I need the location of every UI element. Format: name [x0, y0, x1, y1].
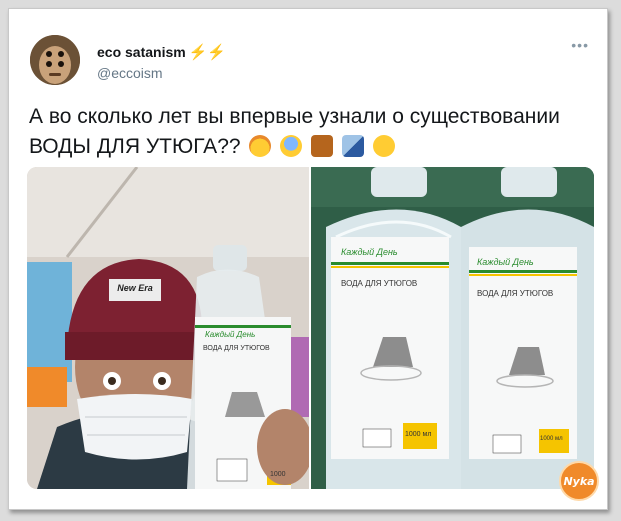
avatar[interactable] — [30, 35, 80, 85]
display-name-text: eco satanism — [97, 44, 186, 60]
horse-racing-icon — [311, 135, 334, 157]
avatar-image — [30, 35, 80, 85]
photo-left[interactable]: New Era Каждый День ВОДА ДЛЯ УТЮГОВ 1000 — [27, 167, 309, 489]
photo-left-scene — [27, 167, 309, 489]
more-options-icon[interactable]: ••• — [571, 37, 589, 53]
tweet-card: eco satanism ⚡⚡ @eccoism ••• А во сколько… — [8, 8, 608, 510]
hat-label-text: New Era — [117, 283, 153, 293]
lightning-icon: ⚡⚡ — [188, 44, 227, 61]
high-speed-train-icon — [341, 135, 364, 157]
bottle-volume-text: 1000 — [270, 471, 286, 478]
display-name[interactable]: eco satanism ⚡⚡ — [97, 43, 226, 61]
bottle1-brand-text: Каждый День — [341, 247, 398, 257]
nyka-watermark-logo: Nyka — [559, 461, 599, 501]
bottle-label-text: ВОДА ДЛЯ УТЮГОВ — [203, 345, 270, 352]
tweet-text: А во сколько лет вы впервые узнали о сущ… — [29, 102, 599, 162]
exploding-head-icon — [249, 135, 272, 157]
user-handle[interactable]: @eccoism — [97, 65, 163, 81]
bottle1-volume-text: 1000 мл — [405, 431, 432, 438]
bottle2-label-text: ВОДА ДЛЯ УТЮГОВ — [477, 289, 554, 298]
photo-right[interactable]: Каждый День ВОДА ДЛЯ УТЮГОВ 1000 мл Кажд… — [311, 167, 594, 489]
bottle2-volume-text: 1000 мл — [540, 436, 563, 442]
bottle-brand-text: Каждый День — [205, 330, 256, 339]
bottle2-brand-text: Каждый День — [477, 257, 534, 267]
screaming-face-icon — [280, 135, 303, 157]
bottle1-label-text: ВОДА ДЛЯ УТЮГОВ — [341, 279, 418, 288]
thinking-face-icon — [372, 135, 395, 157]
